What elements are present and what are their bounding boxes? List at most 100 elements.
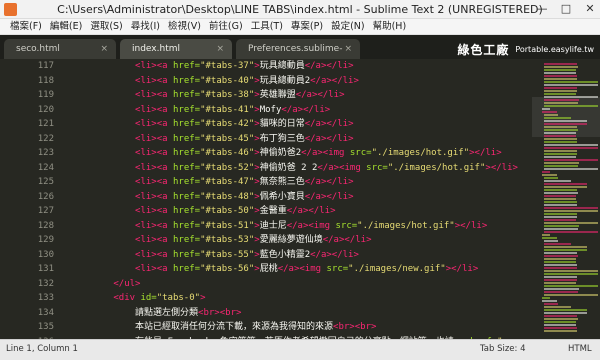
code-token: 本站已經取消任何分流下載，來源為我得知的來源 — [135, 322, 334, 332]
code-line[interactable]: <li><a href="#tabs-51">迪士尼</a><img src="… — [70, 219, 528, 234]
menu-selection[interactable]: 選取(S) — [86, 19, 126, 34]
code-token: </li> — [326, 191, 354, 202]
tab-close-icon[interactable]: × — [100, 39, 108, 59]
minimap-line — [544, 246, 588, 248]
menu-goto[interactable]: 前往(G) — [205, 19, 247, 34]
minimap-line — [544, 120, 588, 122]
code-line[interactable]: 本站已經取消任何分流下載，來源為我得知的來源<br><br> — [70, 320, 528, 335]
code-token: "#tabs-46" — [200, 148, 255, 158]
tab-close-icon[interactable]: × — [344, 39, 352, 59]
minimap-line — [544, 126, 578, 128]
window-title: C:\Users\Administrator\Desktop\LINE TABS… — [57, 3, 543, 16]
line-number: 120 — [37, 104, 54, 115]
code-token: "#tabs-55" — [200, 249, 255, 260]
code-token: </a> — [286, 220, 309, 231]
code-token: 貓咪的日常 — [259, 119, 305, 129]
code-line[interactable]: <li><a href="#tabs-41">Mofy</a></li> — [70, 103, 528, 118]
minimap-line — [544, 282, 576, 284]
code-line[interactable]: <li><a href="#tabs-53">愛麗絲夢遊仙境</a></li> — [70, 233, 528, 248]
code-line[interactable]: <li><a href="#tabs-56">屁桃</a><img src=".… — [70, 262, 528, 277]
tab-preferences[interactable]: Preferences.sublime-settings × — [236, 39, 360, 74]
code-line[interactable]: </ul> — [70, 277, 528, 292]
code-line[interactable]: <li><a href="#tabs-40">玩具總動員2</a></li> — [70, 74, 528, 89]
tab-index-html[interactable]: index.html × — [120, 39, 232, 59]
code-token: </a> — [304, 177, 327, 187]
minimap-line — [544, 288, 580, 290]
minimap-line — [544, 264, 578, 266]
cursor-position: Line 1, Column 1 — [6, 344, 78, 354]
editor-area[interactable]: 117 118 119 120 121 122 123 124 125 126 127 128 129 1… — [0, 59, 600, 339]
minimap-line — [544, 276, 578, 278]
code-token: href= — [172, 162, 201, 173]
menu-edit[interactable]: 編輯(E) — [46, 19, 86, 34]
code-line[interactable]: <li><a href="#tabs-47">無奈熊三色</a></li> — [70, 175, 528, 190]
code-token: "#tabs-38" — [200, 90, 255, 100]
code-token: 藍色小精靈2 — [259, 249, 311, 260]
code-token: 迪士尼 — [259, 220, 287, 231]
tab-size[interactable]: Tab Size: 4 — [480, 344, 526, 354]
minimize-button[interactable]: — — [536, 3, 548, 15]
tab-close-icon[interactable]: × — [216, 39, 224, 59]
minimap-line — [544, 84, 598, 86]
menu-view[interactable]: 檢視(V) — [164, 19, 205, 34]
menu-help[interactable]: 幫助(H) — [369, 19, 411, 34]
code-view[interactable]: <li><a href="#tabs-37">玩具總動員</a></li> <l… — [70, 59, 528, 339]
code-line[interactable]: <li><a href="#tabs-37">玩具總動員</a></li> — [70, 59, 528, 74]
menu-tools[interactable]: 工具(T) — [247, 19, 287, 34]
line-number: 128 — [37, 220, 54, 231]
code-token: </li> — [326, 61, 354, 71]
code-token: href= — [172, 177, 201, 187]
code-token: <a — [156, 61, 173, 71]
line-number: 135 — [37, 322, 54, 332]
code-line[interactable]: <li><a href="#tabs-46">神偷奶爸2</a><img src… — [70, 146, 528, 161]
minimap-line — [544, 255, 579, 257]
minimap-line — [544, 141, 578, 143]
minimap-line — [544, 207, 598, 209]
minimap-line — [544, 279, 578, 281]
menu-preferences[interactable]: 設定(N) — [327, 19, 369, 34]
code-line[interactable]: <li><a href="#tabs-52">神偷奶爸 2 2</a><img … — [70, 161, 528, 176]
maximize-button[interactable]: □ — [560, 3, 572, 15]
code-line[interactable]: <li><a href="#tabs-55">藍色小精靈2</a></li> — [70, 248, 528, 263]
code-token: "#tabs-45" — [200, 133, 255, 144]
code-token: <li> — [135, 191, 157, 202]
code-token: Mofy — [259, 104, 282, 115]
code-token: href= — [172, 235, 201, 245]
code-line[interactable]: <li><a href="#tabs-50">金醫重</a></li> — [70, 204, 528, 219]
minimap[interactable] — [532, 59, 600, 339]
minimap-line — [544, 132, 577, 134]
code-line[interactable]: <div id="tabs-0"> — [70, 291, 528, 306]
minimap-line — [544, 186, 588, 188]
minimap-line — [544, 129, 579, 131]
tab-seco-html[interactable]: seco.html × — [4, 39, 116, 59]
code-token: href= — [172, 90, 201, 100]
code-line[interactable]: <li><a href="#tabs-42">貓咪的日常</a></li> — [70, 117, 528, 132]
minimap-line — [544, 66, 579, 68]
code-token: </a> — [286, 206, 309, 216]
menu-project[interactable]: 專案(P) — [287, 19, 327, 34]
code-token: <li> — [135, 61, 157, 71]
tab-label: seco.html — [16, 44, 60, 54]
code-line[interactable]: 請點選左側分類<br><br> — [70, 306, 528, 321]
code-token: <li> — [135, 162, 157, 173]
minimap-line — [544, 168, 598, 170]
line-number: 126 — [37, 191, 54, 202]
minimap-line — [542, 300, 558, 302]
code-token: 玩具總動員2 — [259, 75, 311, 86]
menu-find[interactable]: 尋找(I) — [127, 19, 164, 34]
menu-file[interactable]: 檔案(F) — [6, 19, 46, 34]
minimap-line — [544, 138, 578, 140]
code-token: href= — [172, 104, 201, 115]
close-button[interactable]: ✕ — [584, 3, 596, 15]
line-number: 117 — [37, 61, 54, 71]
code-line[interactable]: <li><a href="#tabs-38">英雄聯盟</a></li> — [70, 88, 528, 103]
code-token: <li> — [135, 264, 157, 274]
minimap-line — [544, 228, 579, 230]
syntax-mode[interactable]: HTML — [568, 344, 592, 354]
code-line[interactable]: <li><a href="#tabs-48">佩希小寶貝</a></li> — [70, 190, 528, 205]
code-line[interactable]: <li><a href="#tabs-45">布丁狗三色</a></li> — [70, 132, 528, 147]
minimap-line — [544, 231, 598, 233]
